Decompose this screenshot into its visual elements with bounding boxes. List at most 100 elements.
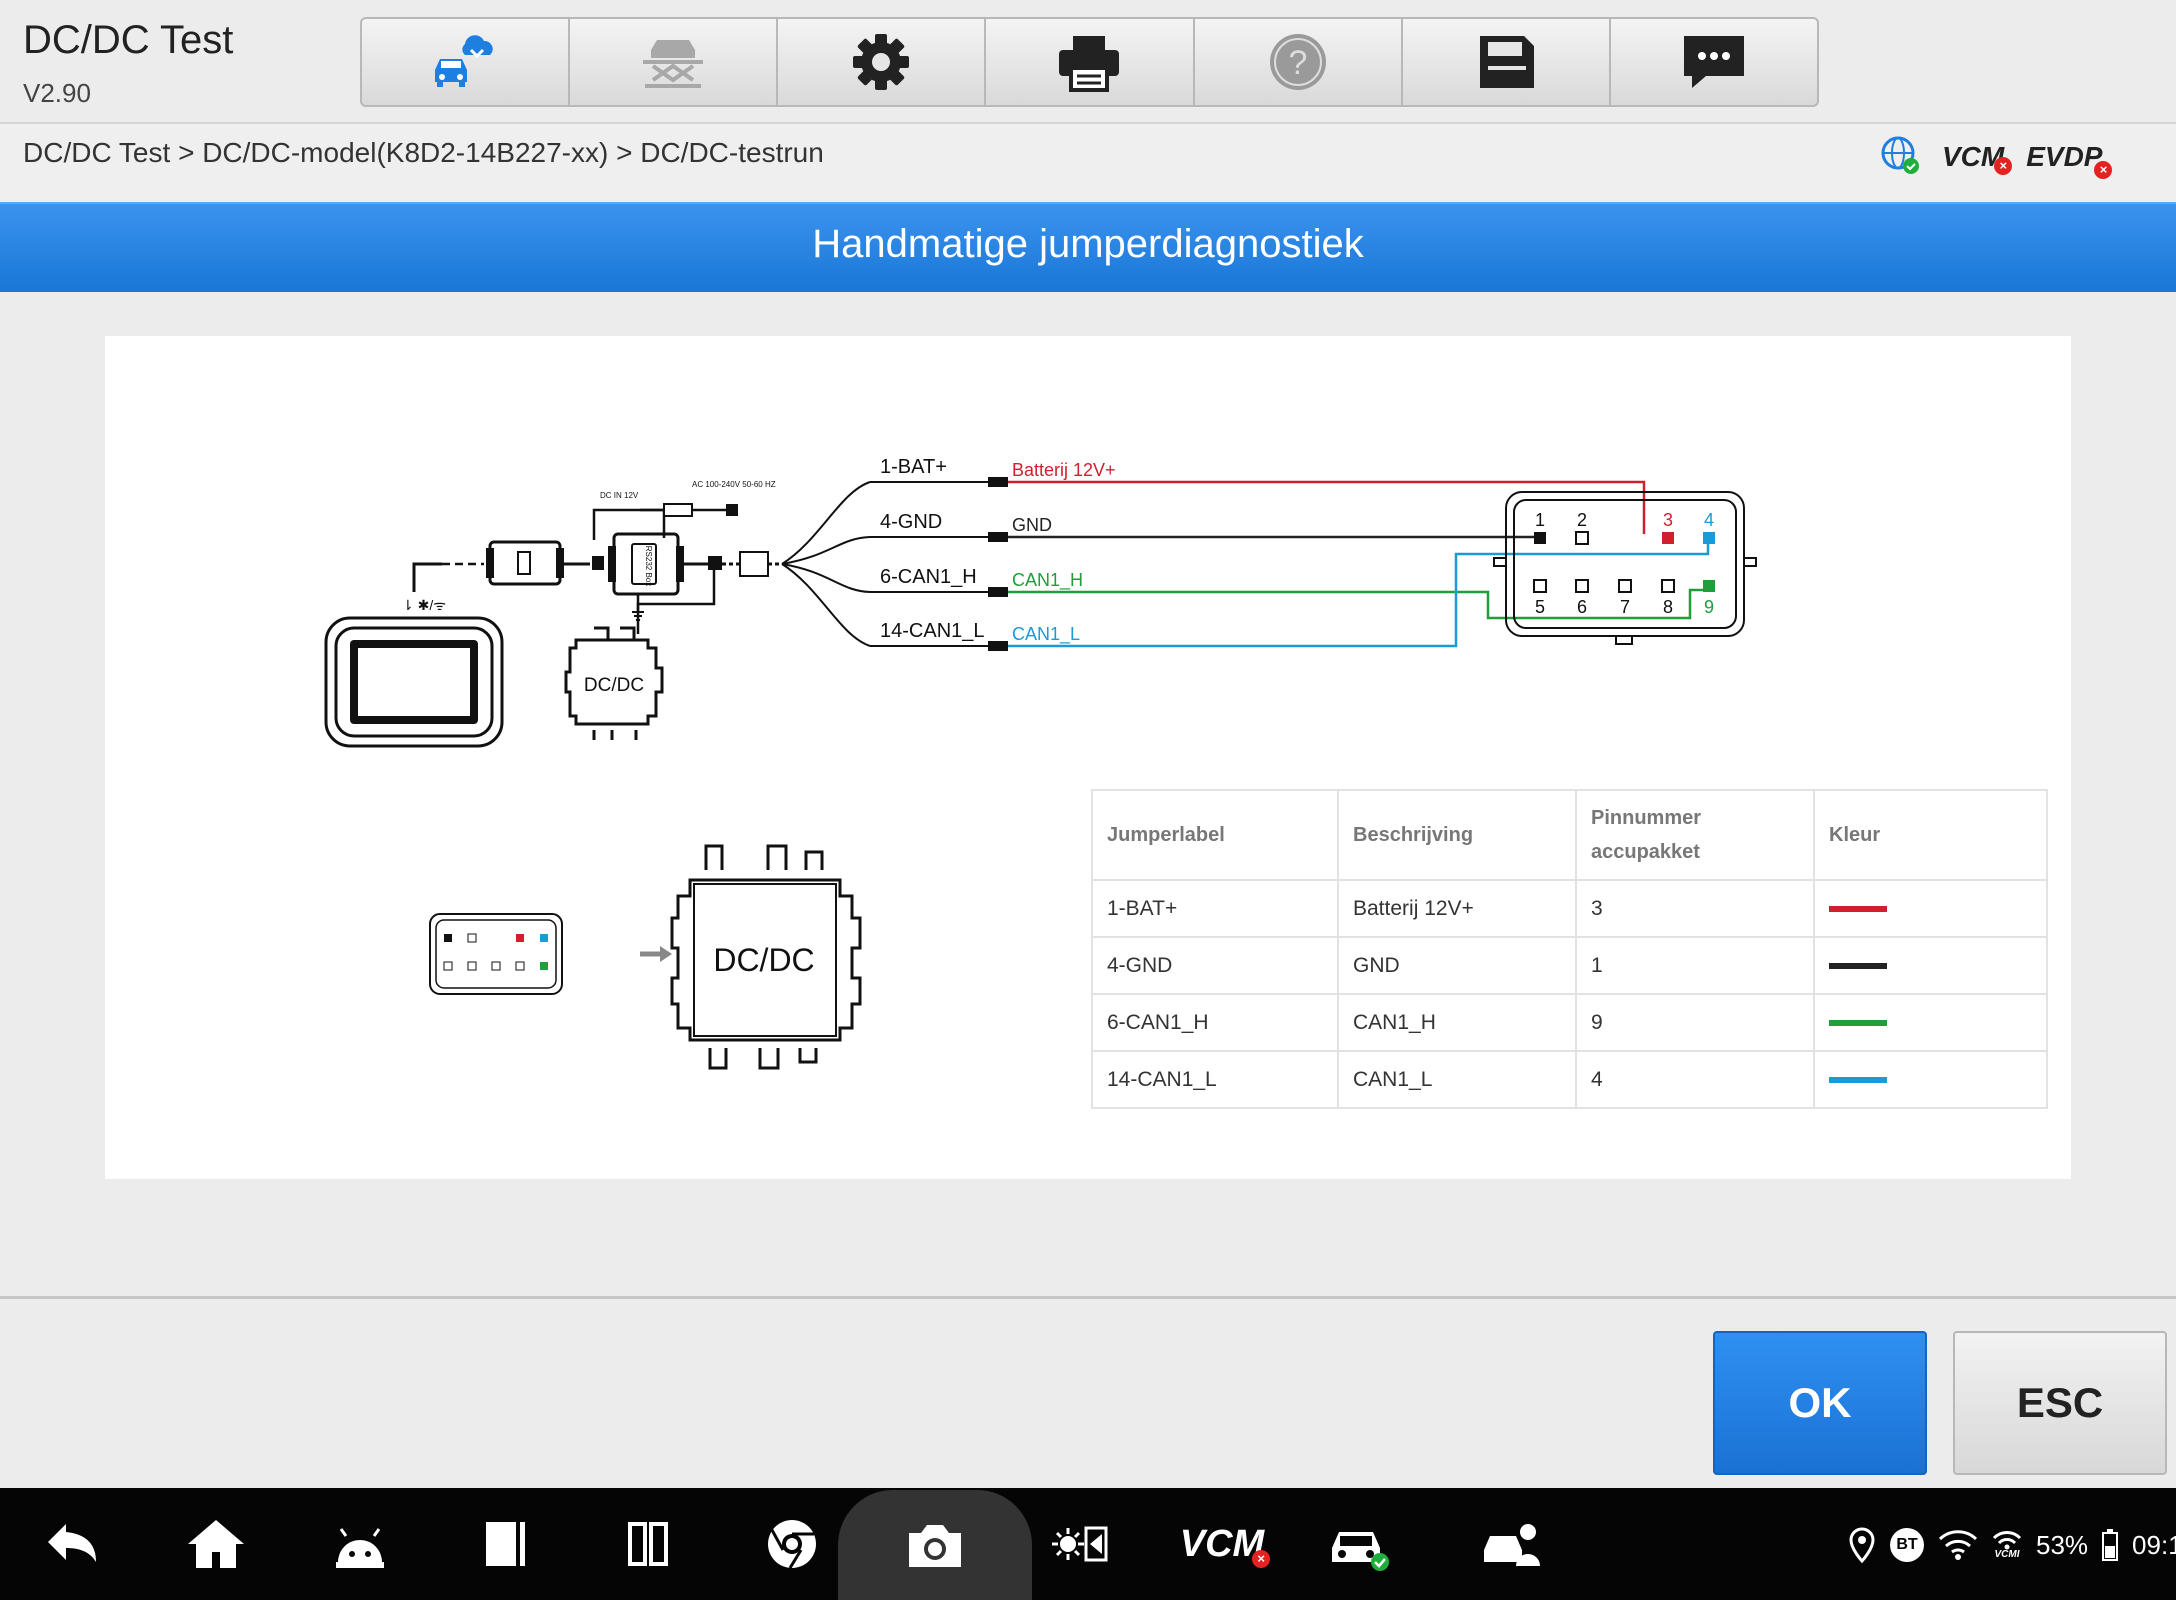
- bluetooth-icon: BT: [1890, 1528, 1924, 1562]
- ac-in-label: AC 100-240V 50-60 HZ: [692, 480, 776, 489]
- app-title: DC/DC Test: [23, 18, 234, 62]
- android-button[interactable]: [320, 1508, 400, 1580]
- jumper-label: 4-GND: [1091, 936, 1339, 995]
- jumper-description: CAN1_L: [1337, 1050, 1577, 1109]
- camera-icon: [909, 1525, 961, 1567]
- toolbar-settings-button[interactable]: [778, 19, 987, 105]
- wire-label: 6-CAN1_H: [880, 566, 977, 588]
- wire-desc: Batterij 12V+: [1012, 460, 1116, 480]
- car-cloud-icon: [435, 35, 493, 87]
- globe-icon: [1880, 135, 1920, 180]
- back-arrow-icon: [48, 1524, 96, 1562]
- toolbar-print-button[interactable]: [986, 19, 1195, 105]
- adapter-box-label: RS232 Box: [644, 546, 653, 586]
- color-swatch: [1829, 1076, 1887, 1083]
- wire-can-h: [1008, 588, 1706, 620]
- module-label-large: DC/DC: [713, 942, 814, 978]
- printer-icon: [1059, 36, 1120, 92]
- car-lift-icon: [643, 40, 704, 88]
- pin-label: 9: [1704, 597, 1714, 617]
- toolbar-feedback-button[interactable]: [1611, 19, 1817, 105]
- split-screen-button[interactable]: [608, 1508, 688, 1580]
- battery-icon: [2102, 1529, 2119, 1561]
- color-cell: [1813, 879, 2048, 938]
- pin-label: 2: [1577, 510, 1587, 530]
- toolbar-save-button[interactable]: [1403, 19, 1611, 105]
- recent-apps-icon: [486, 1522, 525, 1566]
- pin-label: 5: [1535, 597, 1545, 617]
- split-screen-icon: [628, 1522, 668, 1566]
- vcm-button[interactable]: VCM ×: [1172, 1508, 1272, 1580]
- technician-button[interactable]: [1472, 1508, 1552, 1580]
- table-row: 1-BAT+ Batterij 12V+ 3: [1091, 879, 2048, 938]
- help-icon: ?: [1269, 34, 1326, 90]
- pin-label: 4: [1704, 510, 1714, 530]
- vehicle-button[interactable]: [1320, 1508, 1400, 1580]
- home-button[interactable]: [176, 1508, 256, 1580]
- wire-bat: [1008, 480, 1646, 534]
- back-button[interactable]: [32, 1508, 112, 1580]
- pin-number: 1: [1575, 936, 1815, 995]
- pin-label: 3: [1663, 510, 1673, 530]
- pin-label: 7: [1620, 597, 1630, 617]
- evdp-status: EVDP ×: [2026, 141, 2113, 179]
- color-cell: [1813, 993, 2048, 1052]
- toolbar-help-button[interactable]: ?: [1195, 19, 1403, 105]
- home-icon: [188, 1520, 244, 1568]
- location-icon: [1849, 1527, 1875, 1563]
- color-swatch: [1829, 905, 1887, 912]
- wire-desc: CAN1_H: [1012, 570, 1083, 591]
- wire-label: 14-CAN1_L: [880, 620, 985, 642]
- color-cell: [1813, 936, 2048, 995]
- dcdc-module-small: DC/DC: [564, 626, 664, 740]
- jumper-label: 1-BAT+: [1091, 879, 1339, 938]
- wire-can-l: [1008, 544, 1710, 648]
- clock: 09:19: [2132, 1529, 2176, 1560]
- jumper-description: Batterij 12V+: [1337, 879, 1577, 938]
- display-volume-button[interactable]: [1040, 1508, 1120, 1580]
- jumper-label: 6-CAN1_H: [1091, 993, 1339, 1052]
- recents-button[interactable]: [464, 1508, 544, 1580]
- jumper-table: Jumperlabel Beschrijving Pinnummer accup…: [1091, 789, 2048, 1109]
- disconnected-icon: ×: [1994, 157, 2013, 175]
- pin-label: 6: [1577, 597, 1587, 617]
- table-row: 4-GND GND 1: [1091, 936, 2048, 995]
- wire-label: 1-BAT+: [880, 456, 947, 478]
- connector-small-icon: [429, 913, 563, 995]
- save-icon: [1479, 36, 1534, 88]
- color-swatch: [1829, 1019, 1887, 1026]
- esc-button[interactable]: ESC: [1953, 1331, 2167, 1475]
- battery-percent: 53%: [2036, 1529, 2089, 1560]
- ok-button[interactable]: OK: [1713, 1331, 1927, 1475]
- pin-number: 3: [1575, 879, 1815, 938]
- vci-device-icon: [486, 540, 564, 586]
- jumper-description: GND: [1337, 936, 1577, 995]
- dcdc-module-large: DC/DC: [670, 844, 862, 1070]
- svg-text:⇂ ✱/ᯤ: ⇂ ✱/ᯤ: [402, 597, 446, 613]
- jumper-description: CAN1_H: [1337, 993, 1577, 1052]
- vcm-nav-label: VCM ×: [1180, 1523, 1271, 1568]
- pin-label: 8: [1663, 597, 1673, 617]
- table-row: 6-CAN1_H CAN1_H 9: [1091, 993, 2048, 1052]
- browser-button[interactable]: [752, 1508, 832, 1580]
- table-row: 14-CAN1_L CAN1_L 4: [1091, 1050, 2048, 1109]
- wire-desc: CAN1_L: [1012, 624, 1080, 645]
- pin-label: 1: [1535, 510, 1545, 530]
- module-label-small: DC/DC: [584, 675, 644, 696]
- android-icon: [336, 1528, 384, 1568]
- gear-icon: [853, 34, 910, 90]
- camera-button[interactable]: [838, 1490, 1032, 1600]
- adapter-box-icon: RS232 Box: [608, 532, 684, 596]
- car-connected-icon: [1332, 1532, 1389, 1571]
- chrome-icon: [768, 1520, 816, 1569]
- color-cell: [1813, 1050, 2048, 1109]
- table-header-row: Jumperlabel Beschrijving Pinnummer accup…: [1091, 789, 2048, 881]
- toolbar-lift-button[interactable]: [570, 19, 779, 105]
- pin-number: 4: [1575, 1050, 1815, 1109]
- wifi-icon: [1938, 1530, 1978, 1560]
- vcmi-wifi-icon: VCMI: [1992, 1530, 2022, 1560]
- toolbar-diagnostics-button[interactable]: [362, 19, 571, 105]
- vcm-status: VCM ×: [1942, 141, 2013, 175]
- toolbar: ?: [360, 17, 1819, 107]
- jumper-label: 14-CAN1_L: [1091, 1050, 1339, 1109]
